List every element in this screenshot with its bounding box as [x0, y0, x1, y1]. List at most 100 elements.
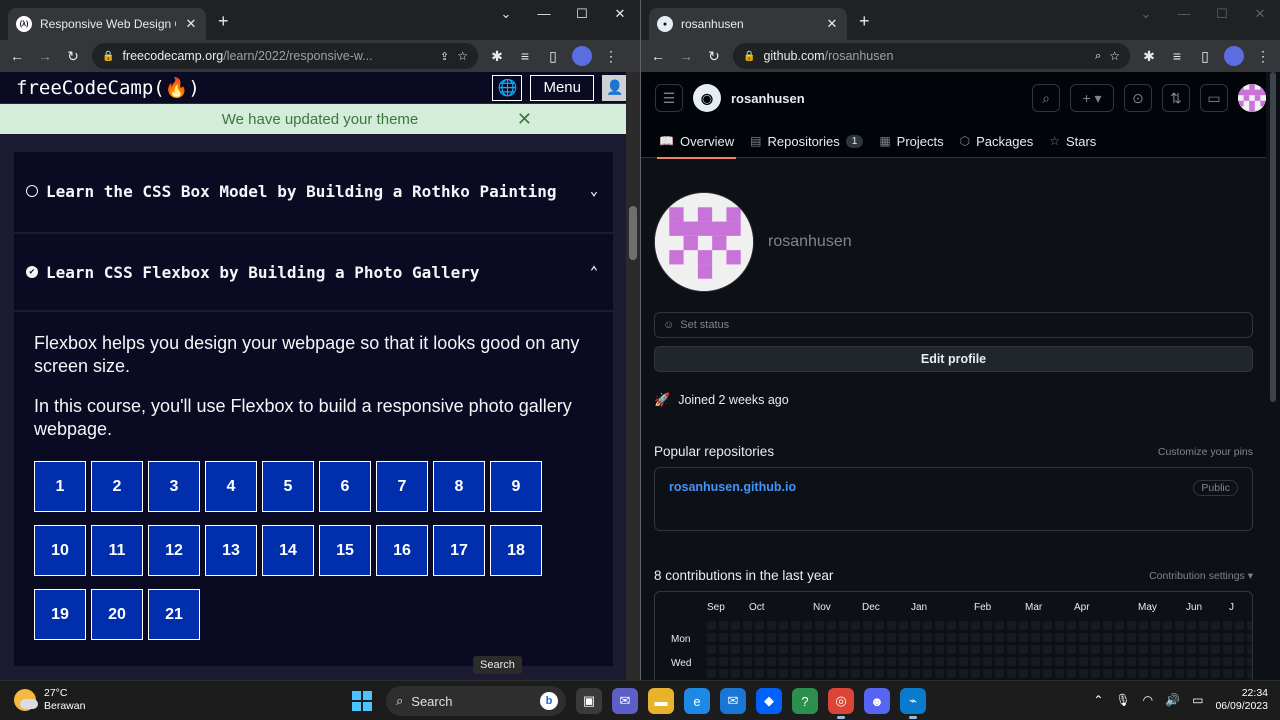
contribution-cell[interactable] — [1151, 633, 1160, 642]
contribution-cell[interactable] — [863, 633, 872, 642]
reload-icon[interactable]: ↻ — [705, 48, 723, 65]
contribution-cell[interactable] — [1175, 645, 1184, 654]
contribution-cell[interactable] — [911, 669, 920, 678]
step-button[interactable]: 16 — [376, 525, 428, 576]
contribution-cell[interactable] — [959, 633, 968, 642]
contribution-cell[interactable] — [887, 621, 896, 630]
contribution-cell[interactable] — [1163, 633, 1172, 642]
contribution-cell[interactable] — [731, 657, 740, 666]
step-button[interactable]: 3 — [148, 461, 200, 512]
contribution-cell[interactable] — [1091, 669, 1100, 678]
user-avatar[interactable] — [1238, 84, 1266, 112]
contribution-cell[interactable] — [1151, 645, 1160, 654]
contribution-cell[interactable] — [707, 621, 716, 630]
contribution-cell[interactable] — [743, 657, 752, 666]
contribution-cell[interactable] — [1043, 621, 1052, 630]
contribution-cell[interactable] — [779, 645, 788, 654]
profile-avatar-large[interactable] — [654, 192, 754, 292]
scrollbar-thumb[interactable] — [1270, 72, 1276, 402]
contribution-settings-button[interactable]: Contribution settings ▾ — [1149, 570, 1253, 582]
contribution-cell[interactable] — [791, 633, 800, 642]
contribution-cell[interactable] — [1247, 621, 1252, 630]
contribution-cell[interactable] — [911, 657, 920, 666]
volume-icon[interactable]: 🔊 — [1165, 693, 1180, 707]
contribution-cell[interactable] — [875, 633, 884, 642]
clock[interactable]: 22:34 06/09/2023 — [1215, 687, 1268, 713]
contribution-cell[interactable] — [815, 669, 824, 678]
contribution-cell[interactable] — [1115, 633, 1124, 642]
contribution-cell[interactable] — [887, 657, 896, 666]
contribution-cell[interactable] — [1019, 669, 1028, 678]
contribution-cell[interactable] — [1127, 645, 1136, 654]
address-bar[interactable]: 🔒 github.com/rosanhusen ⌕ ☆ — [733, 43, 1130, 69]
maximize-icon[interactable]: ☐ — [563, 6, 601, 22]
contribution-cell[interactable] — [1043, 633, 1052, 642]
contribution-cell[interactable] — [1115, 669, 1124, 678]
step-button[interactable]: 15 — [319, 525, 371, 576]
contribution-cell[interactable] — [935, 645, 944, 654]
contribution-cell[interactable] — [1043, 645, 1052, 654]
contribution-cell[interactable] — [827, 633, 836, 642]
contribution-cell[interactable] — [1139, 621, 1148, 630]
contribution-cell[interactable] — [815, 645, 824, 654]
contribution-cell[interactable] — [875, 669, 884, 678]
contribution-cell[interactable] — [923, 669, 932, 678]
contribution-cell[interactable] — [1103, 633, 1112, 642]
contribution-cell[interactable] — [1115, 645, 1124, 654]
contribution-cell[interactable] — [959, 669, 968, 678]
contribution-cell[interactable] — [1211, 645, 1220, 654]
contribution-cell[interactable] — [1223, 621, 1232, 630]
contribution-cell[interactable] — [1127, 621, 1136, 630]
extensions-icon[interactable]: ✱ — [1140, 48, 1158, 65]
profile-avatar[interactable] — [1224, 46, 1244, 66]
contribution-cell[interactable] — [1151, 669, 1160, 678]
chevron-down-icon[interactable]: ⌄ — [1127, 6, 1165, 22]
side-panel-icon[interactable]: ▯ — [544, 48, 562, 65]
contribution-cell[interactable] — [1019, 645, 1028, 654]
help-icon[interactable]: ? — [792, 688, 818, 714]
chevron-down-icon[interactable]: ⌄ — [587, 183, 601, 199]
contribution-cell[interactable] — [1211, 669, 1220, 678]
hamburger-menu-icon[interactable]: ☰ — [655, 84, 683, 112]
step-button[interactable]: 1 — [34, 461, 86, 512]
contribution-cell[interactable] — [1079, 621, 1088, 630]
new-tab-icon[interactable]: + — [859, 12, 870, 30]
contribution-cell[interactable] — [983, 657, 992, 666]
contribution-cell[interactable] — [743, 621, 752, 630]
step-button[interactable]: 18 — [490, 525, 542, 576]
contribution-cell[interactable] — [1223, 645, 1232, 654]
user-avatar-icon[interactable]: 👤 — [602, 74, 628, 101]
contribution-cell[interactable] — [743, 669, 752, 678]
contribution-cell[interactable] — [1163, 657, 1172, 666]
contribution-cell[interactable] — [863, 669, 872, 678]
minimize-icon[interactable]: — — [1165, 6, 1203, 22]
contribution-cell[interactable] — [971, 657, 980, 666]
contribution-cell[interactable] — [1043, 669, 1052, 678]
contribution-cell[interactable] — [707, 633, 716, 642]
contribution-cell[interactable] — [899, 645, 908, 654]
contribution-cell[interactable] — [995, 633, 1004, 642]
task-view-icon[interactable]: ▣ — [576, 688, 602, 714]
block-header[interactable]: ✔ Learn CSS Flexbox by Building a Photo … — [14, 234, 613, 312]
contribution-cell[interactable] — [803, 669, 812, 678]
contribution-cell[interactable] — [959, 621, 968, 630]
discord-icon[interactable]: ☻ — [864, 688, 890, 714]
contribution-cell[interactable] — [743, 645, 752, 654]
scrollbar-thumb[interactable] — [629, 206, 637, 260]
contribution-cell[interactable] — [719, 657, 728, 666]
contribution-cell[interactable] — [1247, 633, 1252, 642]
contribution-cell[interactable] — [731, 621, 740, 630]
contribution-cell[interactable] — [923, 633, 932, 642]
reload-icon[interactable]: ↻ — [64, 48, 82, 65]
contribution-cell[interactable] — [1151, 657, 1160, 666]
contribution-cell[interactable] — [767, 669, 776, 678]
contribution-cell[interactable] — [1019, 633, 1028, 642]
contribution-cell[interactable] — [755, 669, 764, 678]
tab-projects[interactable]: ▦ Projects — [879, 124, 943, 158]
browser-tab-github[interactable]: ● rosanhusen ✕ — [649, 8, 847, 40]
contribution-cell[interactable] — [1187, 633, 1196, 642]
contribution-cell[interactable] — [1103, 621, 1112, 630]
minimize-icon[interactable]: — — [525, 6, 563, 22]
step-button[interactable]: 5 — [262, 461, 314, 512]
taskbar-search[interactable]: ⌕ Search b — [386, 686, 566, 716]
